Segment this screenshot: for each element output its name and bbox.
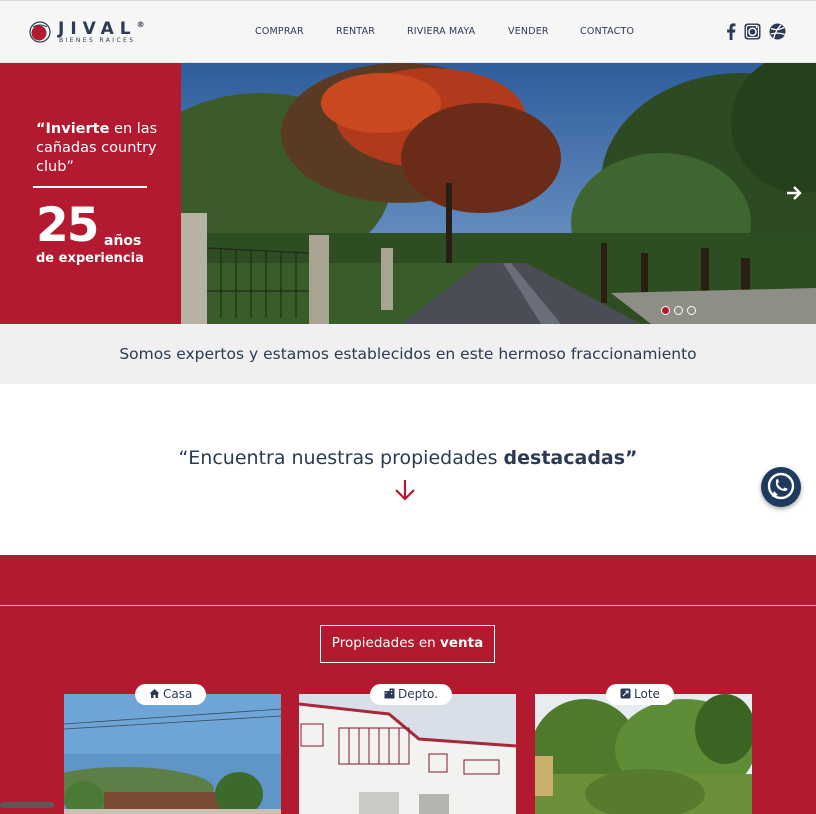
- property-card-lote[interactable]: [535, 694, 752, 814]
- nav-item-contacto[interactable]: CONTACTO: [580, 26, 634, 37]
- instagram-link[interactable]: [744, 23, 761, 41]
- hero-years-caption: de experiencia: [36, 251, 144, 266]
- tagline-text: Somos expertos y estamos establecidos en…: [119, 345, 697, 363]
- building-icon: [384, 688, 395, 699]
- hero-years-word: años: [104, 233, 142, 249]
- instagram-icon: [744, 23, 761, 40]
- main-nav: COMPRAR RENTAR RIVIERA MAYA VENDER CONTA…: [0, 26, 816, 40]
- hero-divider: [33, 186, 147, 188]
- property-card-depto[interactable]: [299, 694, 516, 814]
- hero-quote: “Invierte en las cañadas country club”: [36, 121, 158, 175]
- tree-lined-road-photo: [181, 63, 816, 324]
- lot-photo: [535, 694, 752, 814]
- hero-carousel: “Invierte en las cañadas country club” 2…: [0, 63, 816, 324]
- nav-item-riviera-maya[interactable]: RIVIERA MAYA: [407, 26, 475, 37]
- card-tag-depto: Depto.: [370, 684, 452, 705]
- apartment-photo: [299, 694, 516, 814]
- listings-divider: [0, 605, 816, 606]
- featured-heading: “Encuentra nuestras propiedades destacad…: [178, 447, 638, 469]
- horizontal-scrollbar[interactable]: [0, 802, 54, 808]
- carousel-dot-2[interactable]: [674, 306, 683, 315]
- site-header: JIVAL® BIENES RAICES COMPRAR RENTAR RIVI…: [0, 0, 816, 63]
- house-icon: [149, 689, 160, 698]
- property-card-casa[interactable]: [64, 694, 281, 814]
- arrow-down-icon: [395, 480, 415, 501]
- dribbble-icon: [769, 23, 786, 40]
- whatsapp-icon: [767, 472, 795, 500]
- lot-icon: [620, 688, 631, 699]
- carousel-dot-1[interactable]: [661, 306, 670, 315]
- facebook-link[interactable]: [726, 23, 736, 41]
- carousel-dot-3[interactable]: [687, 306, 696, 315]
- hero-promo-panel: “Invierte en las cañadas country club” 2…: [0, 63, 181, 324]
- hero-slide-image: [181, 63, 816, 324]
- featured-section: “Encuentra nuestras propiedades destacad…: [0, 384, 816, 555]
- hero-years-number: 25: [36, 198, 99, 253]
- card-tag-casa: Casa: [135, 684, 207, 705]
- card-tag-lote: Lote: [606, 684, 674, 705]
- listings-section: Propiedades en venta Casa Depto. Lote: [0, 555, 816, 814]
- nav-item-comprar[interactable]: COMPRAR: [255, 26, 304, 37]
- tagline-band: Somos expertos y estamos establecidos en…: [0, 324, 816, 384]
- facebook-icon: [727, 23, 736, 40]
- carousel-next-arrow-icon[interactable]: [784, 183, 804, 203]
- properties-for-sale-button[interactable]: Propiedades en venta: [320, 625, 495, 663]
- dribbble-link[interactable]: [769, 23, 786, 41]
- house-photo: [64, 694, 281, 814]
- nav-item-rentar[interactable]: RENTAR: [336, 26, 375, 37]
- whatsapp-button[interactable]: [761, 467, 801, 507]
- nav-item-vender[interactable]: VENDER: [508, 26, 549, 37]
